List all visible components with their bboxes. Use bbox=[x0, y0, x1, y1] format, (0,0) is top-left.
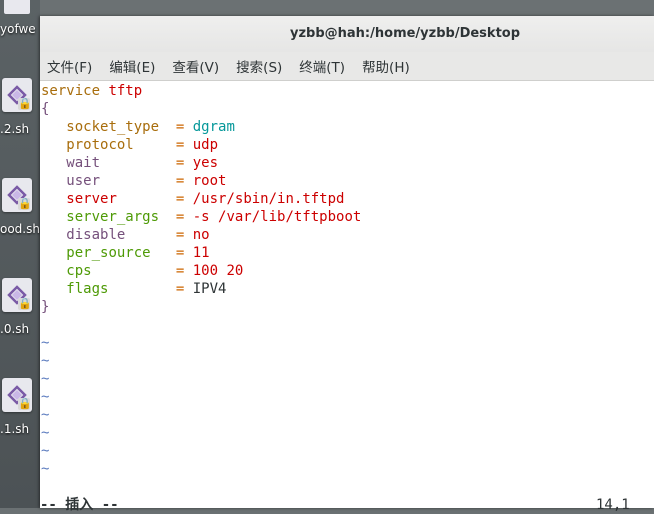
empty-buffer-line: ~ bbox=[41, 371, 50, 387]
menu-file[interactable]: 文件(F) bbox=[46, 54, 93, 78]
menu-search[interactable]: 搜索(S) bbox=[235, 54, 283, 78]
menu-terminal[interactable]: 终端(T) bbox=[298, 54, 346, 78]
config-entry-line: protocol = udp bbox=[40, 136, 654, 154]
empty-buffer-line: ~ bbox=[41, 407, 50, 423]
config-entry-line: server = /usr/sbin/in.tftpd bbox=[40, 190, 654, 208]
config-value: -s /var/lib/tftpboot bbox=[192, 209, 362, 225]
config-key: server bbox=[66, 191, 117, 207]
empty-buffer-line: ~ bbox=[41, 353, 50, 369]
title-bar[interactable]: yzbb@hah:/home/yzbb/Desktop bbox=[40, 16, 654, 52]
service-name: tftp bbox=[108, 83, 143, 99]
equals-sign: = bbox=[175, 137, 193, 153]
equals-sign: = bbox=[175, 155, 193, 171]
desktop-file-label: yofwe bbox=[0, 22, 36, 36]
lock-icon: 🔒 bbox=[18, 297, 32, 310]
config-entry-line: flags = IPV4 bbox=[40, 280, 654, 298]
equals-sign: = bbox=[175, 173, 193, 189]
key-padding bbox=[92, 263, 176, 279]
config-entry-line: socket_type = dgram bbox=[40, 118, 654, 136]
window-title: yzbb@hah:/home/yzbb/Desktop bbox=[290, 26, 521, 41]
config-value: /usr/sbin/in.tftpd bbox=[192, 191, 345, 207]
config-entry-line: disable = no bbox=[40, 226, 654, 244]
empty-buffer-line: ~ bbox=[41, 461, 50, 477]
code-line: { bbox=[40, 100, 654, 118]
key-padding bbox=[100, 173, 176, 189]
desktop-file-icon[interactable] bbox=[4, 0, 30, 14]
config-key: disable bbox=[66, 227, 126, 243]
config-value: root bbox=[192, 173, 227, 189]
open-brace: { bbox=[41, 101, 50, 117]
lock-icon: 🔒 bbox=[18, 197, 32, 210]
key-padding bbox=[151, 245, 176, 261]
code-line: } bbox=[40, 298, 654, 316]
desktop-icon-label: .1.sh bbox=[0, 422, 30, 436]
empty-buffer-line: ~ bbox=[41, 443, 50, 459]
config-key: per_source bbox=[66, 245, 151, 261]
key-padding bbox=[117, 191, 176, 207]
config-entry-line: wait = yes bbox=[40, 154, 654, 172]
config-key: server_args bbox=[66, 209, 160, 225]
config-value: dgram bbox=[192, 119, 235, 135]
equals-sign: = bbox=[175, 245, 193, 261]
key-padding bbox=[159, 119, 176, 135]
equals-sign: = bbox=[175, 263, 193, 279]
config-key: socket_type bbox=[66, 119, 160, 135]
vim-mode-indicator: -- 插入 -- bbox=[40, 497, 119, 513]
vim-editor[interactable]: service tftp { socket_type = dgram proto… bbox=[40, 82, 654, 513]
config-value: udp bbox=[192, 137, 219, 153]
code-line: service tftp bbox=[40, 82, 654, 100]
lock-icon: 🔒 bbox=[18, 97, 32, 110]
close-brace: } bbox=[41, 299, 50, 315]
key-padding bbox=[134, 137, 176, 153]
config-key: wait bbox=[66, 155, 101, 171]
config-value: 11 bbox=[192, 245, 210, 261]
desktop-icon-label: .0.sh bbox=[0, 322, 30, 336]
config-entry-line: per_source = 11 bbox=[40, 244, 654, 262]
equals-sign: = bbox=[175, 191, 193, 207]
menu-bar: 文件(F) 编辑(E) 查看(V) 搜索(S) 终端(T) 帮助(H) bbox=[40, 52, 654, 81]
menu-edit[interactable]: 编辑(E) bbox=[108, 54, 156, 78]
key-padding bbox=[159, 209, 176, 225]
config-value: yes bbox=[192, 155, 219, 171]
empty-buffer-line: ~ bbox=[41, 425, 50, 441]
config-key: flags bbox=[66, 281, 109, 297]
desktop-icon-label: ood.sh bbox=[0, 222, 40, 236]
config-key: cps bbox=[66, 263, 92, 279]
config-value: no bbox=[192, 227, 210, 243]
config-value: 100 20 bbox=[192, 263, 244, 279]
desktop-icon-label: .2.sh bbox=[0, 122, 30, 136]
cursor-position: 14,1 bbox=[596, 497, 630, 513]
config-entry-line: server_args = -s /var/lib/tftpboot bbox=[40, 208, 654, 226]
config-entry-line: user = root bbox=[40, 172, 654, 190]
service-keyword: service bbox=[41, 83, 101, 99]
equals-sign: = bbox=[175, 227, 193, 243]
equals-sign: = bbox=[175, 281, 193, 297]
vim-status-line: -- 插入 -- 14,1 bbox=[40, 496, 654, 514]
config-entry-line: cps = 100 20 bbox=[40, 262, 654, 280]
config-key: user bbox=[66, 173, 101, 189]
key-padding bbox=[125, 227, 176, 243]
desktop-area: yofwe 🔒 .2.sh 🔒 ood.sh 🔒 .0.sh 🔒 .1.sh bbox=[0, 0, 40, 508]
equals-sign: = bbox=[175, 209, 193, 225]
equals-sign: = bbox=[175, 119, 193, 135]
config-value: IPV4 bbox=[192, 281, 227, 297]
lock-icon: 🔒 bbox=[18, 397, 32, 410]
menu-view[interactable]: 查看(V) bbox=[171, 54, 220, 78]
config-key: protocol bbox=[66, 137, 134, 153]
menu-help[interactable]: 帮助(H) bbox=[361, 54, 411, 78]
key-padding bbox=[100, 155, 176, 171]
key-padding bbox=[108, 281, 175, 297]
terminal-window: yzbb@hah:/home/yzbb/Desktop 文件(F) 编辑(E) … bbox=[40, 16, 654, 513]
empty-buffer-line: ~ bbox=[41, 335, 50, 351]
empty-buffer-line: ~ bbox=[41, 389, 50, 405]
